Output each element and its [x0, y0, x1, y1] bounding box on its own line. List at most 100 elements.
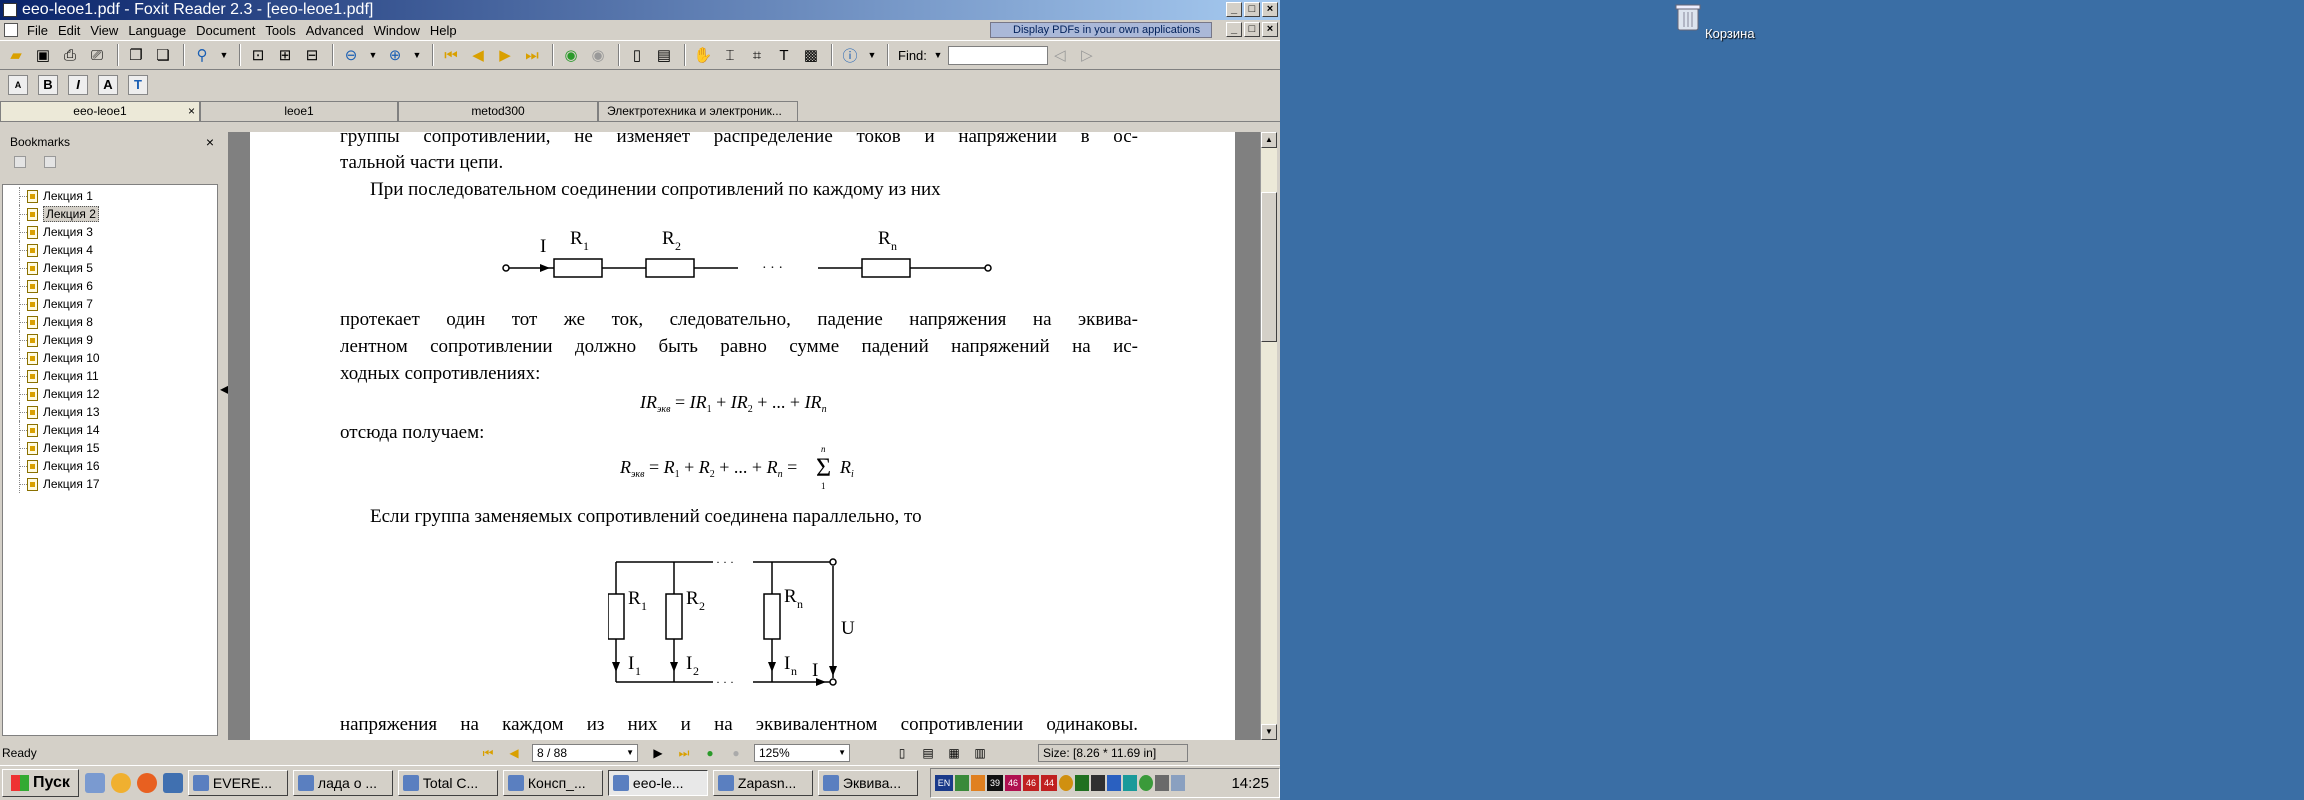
tray-app-icon[interactable] [1059, 775, 1073, 791]
bookmark-item[interactable]: Лекция 1 [3, 187, 217, 205]
vertical-scrollbar[interactable]: ▲ ▼ [1260, 132, 1277, 740]
menu-window[interactable]: Window [369, 23, 425, 38]
back-icon[interactable]: ● [702, 745, 718, 761]
recycle-bin[interactable]: Корзина [1660, 0, 1770, 41]
scroll-up-icon[interactable]: ▲ [1261, 132, 1277, 148]
cpu-temp-indicator[interactable]: 39 [987, 775, 1003, 791]
forward-icon[interactable]: ◉ [586, 43, 610, 67]
zoom-out-dropdown-icon[interactable]: ▼ [366, 43, 380, 67]
close-button[interactable]: × [1262, 2, 1278, 17]
title-bar[interactable]: eeo-leoe1.pdf - Foxit Reader 2.3 - [eeo-… [0, 0, 1280, 20]
doc-minimize-button[interactable]: _ [1226, 22, 1242, 37]
zoom-dropdown-icon[interactable]: ▼ [838, 745, 849, 761]
language-indicator[interactable]: EN [935, 775, 953, 791]
next-page-icon[interactable]: ▶ [493, 43, 517, 67]
copy-icon[interactable]: ❐ [124, 43, 148, 67]
tray-app-icon[interactable] [1091, 775, 1105, 791]
last-page-icon[interactable]: ⏭ [676, 745, 692, 761]
single-page-icon[interactable]: ▯ [625, 43, 649, 67]
tab-close-icon[interactable]: × [188, 102, 195, 120]
add-bookmark-icon[interactable] [44, 156, 56, 168]
bookmark-item[interactable]: Лекция 6 [3, 277, 217, 295]
select-text-icon[interactable]: ⌶ [718, 43, 742, 67]
task-lada[interactable]: лада о ... [292, 770, 393, 796]
tray-app-icon[interactable] [1075, 775, 1089, 791]
task-everest[interactable]: EVERE... [187, 770, 288, 796]
text-box-icon[interactable]: T [128, 75, 148, 95]
menu-view[interactable]: View [85, 23, 123, 38]
computer-icon[interactable] [162, 773, 183, 793]
print-icon[interactable]: ⎙ [58, 43, 82, 67]
bookmark-item[interactable]: Лекция 12 [3, 385, 217, 403]
bookmark-item[interactable]: Лекция 16 [3, 457, 217, 475]
zoom-in-icon[interactable]: ⊕ [383, 43, 407, 67]
text-color-icon[interactable]: A [98, 75, 118, 95]
temp-indicator[interactable]: 46 [1005, 775, 1021, 791]
volume-icon[interactable] [1155, 775, 1169, 791]
zoom-out-icon[interactable]: ⊖ [339, 43, 363, 67]
tab-eeo-leoe1[interactable]: eeo-leoe1 × [0, 101, 200, 121]
fit-page-icon[interactable]: ⊞ [273, 43, 297, 67]
find-input[interactable] [947, 45, 1048, 65]
facing-view-icon[interactable]: ▦ [946, 745, 962, 761]
print-preview-icon[interactable]: ⎚ [85, 43, 109, 67]
next-page-icon[interactable]: ▶ [650, 745, 666, 761]
find-options-icon[interactable]: ▼ [931, 43, 945, 67]
tray-app-icon[interactable] [1171, 775, 1185, 791]
delete-bookmark-icon[interactable] [14, 156, 26, 168]
page-dropdown-icon[interactable]: ▼ [626, 745, 637, 761]
last-page-icon[interactable]: ⏭ [520, 43, 544, 67]
menu-help[interactable]: Help [425, 23, 462, 38]
tray-app-icon[interactable] [1123, 775, 1137, 791]
network-icon[interactable] [1107, 775, 1121, 791]
task-eeo-leoe1[interactable]: eeo-le... [607, 770, 708, 796]
temp-indicator[interactable]: 44 [1041, 775, 1057, 791]
bookmark-item[interactable]: Лекция 8 [3, 313, 217, 331]
promo-banner[interactable]: Display PDFs in your own applications [990, 22, 1212, 38]
image-icon[interactable]: ▩ [799, 43, 823, 67]
page-number-field[interactable]: 8 / 88 ▼ [532, 744, 638, 762]
minimize-button[interactable]: _ [1226, 2, 1242, 17]
task-total-commander[interactable]: Total C... [397, 770, 498, 796]
fit-width-icon[interactable]: ⊟ [300, 43, 324, 67]
task-ekviva[interactable]: Эквива... [817, 770, 918, 796]
previous-page-icon[interactable]: ◀ [506, 745, 522, 761]
bookmark-item[interactable]: Лекция 17 [3, 475, 217, 493]
maximize-button[interactable]: □ [1244, 2, 1260, 17]
zoom-icon[interactable]: ⚲ [190, 43, 214, 67]
bookmark-item[interactable]: Лекция 14 [3, 421, 217, 439]
continuous-page-icon[interactable]: ▤ [652, 43, 676, 67]
temp-indicator[interactable]: 46 [1023, 775, 1039, 791]
bookmark-item[interactable]: Лекция 4 [3, 241, 217, 259]
tray-app-icon[interactable] [1139, 775, 1153, 791]
first-page-icon[interactable]: ⏮ [480, 745, 496, 761]
bookmark-item[interactable]: Лекция 3 [3, 223, 217, 241]
menu-advanced[interactable]: Advanced [301, 23, 369, 38]
menu-file[interactable]: File [22, 23, 53, 38]
task-konsp[interactable]: Консп_... [502, 770, 603, 796]
typewriter-icon[interactable]: T [772, 43, 796, 67]
continuous-view-icon[interactable]: ▤ [920, 745, 936, 761]
doc-restore-button[interactable]: □ [1244, 22, 1260, 37]
paste-icon[interactable]: ❏ [151, 43, 175, 67]
bookmark-item[interactable]: Лекция 13 [3, 403, 217, 421]
tray-app-icon[interactable] [971, 775, 985, 791]
bookmark-item[interactable]: Лекция 5 [3, 259, 217, 277]
bookmark-item[interactable]: Лекция 11 [3, 367, 217, 385]
task-zapasn[interactable]: Zapasn... [712, 770, 813, 796]
open-folder-icon[interactable]: ▰ [4, 43, 28, 67]
zoom-dropdown-icon[interactable]: ▼ [217, 43, 231, 67]
find-previous-icon[interactable]: ◁ [1048, 43, 1072, 67]
chrome-icon[interactable] [110, 773, 131, 793]
actual-size-icon[interactable]: ⊡ [246, 43, 270, 67]
panel-splitter[interactable]: ◀ [218, 132, 229, 740]
bold-icon[interactable]: B [38, 75, 58, 95]
bookmark-item[interactable]: Лекция 9 [3, 331, 217, 349]
first-page-icon[interactable]: ⏮ [439, 43, 463, 67]
start-button[interactable]: Пуск [2, 769, 79, 797]
zoom-field[interactable]: 125% ▼ [754, 744, 850, 762]
info-dropdown-icon[interactable]: ▼ [865, 43, 879, 67]
hand-tool-icon[interactable]: ✋ [691, 43, 715, 67]
previous-page-icon[interactable]: ◀ [466, 43, 490, 67]
tab-metod300[interactable]: metod300 [398, 101, 598, 121]
